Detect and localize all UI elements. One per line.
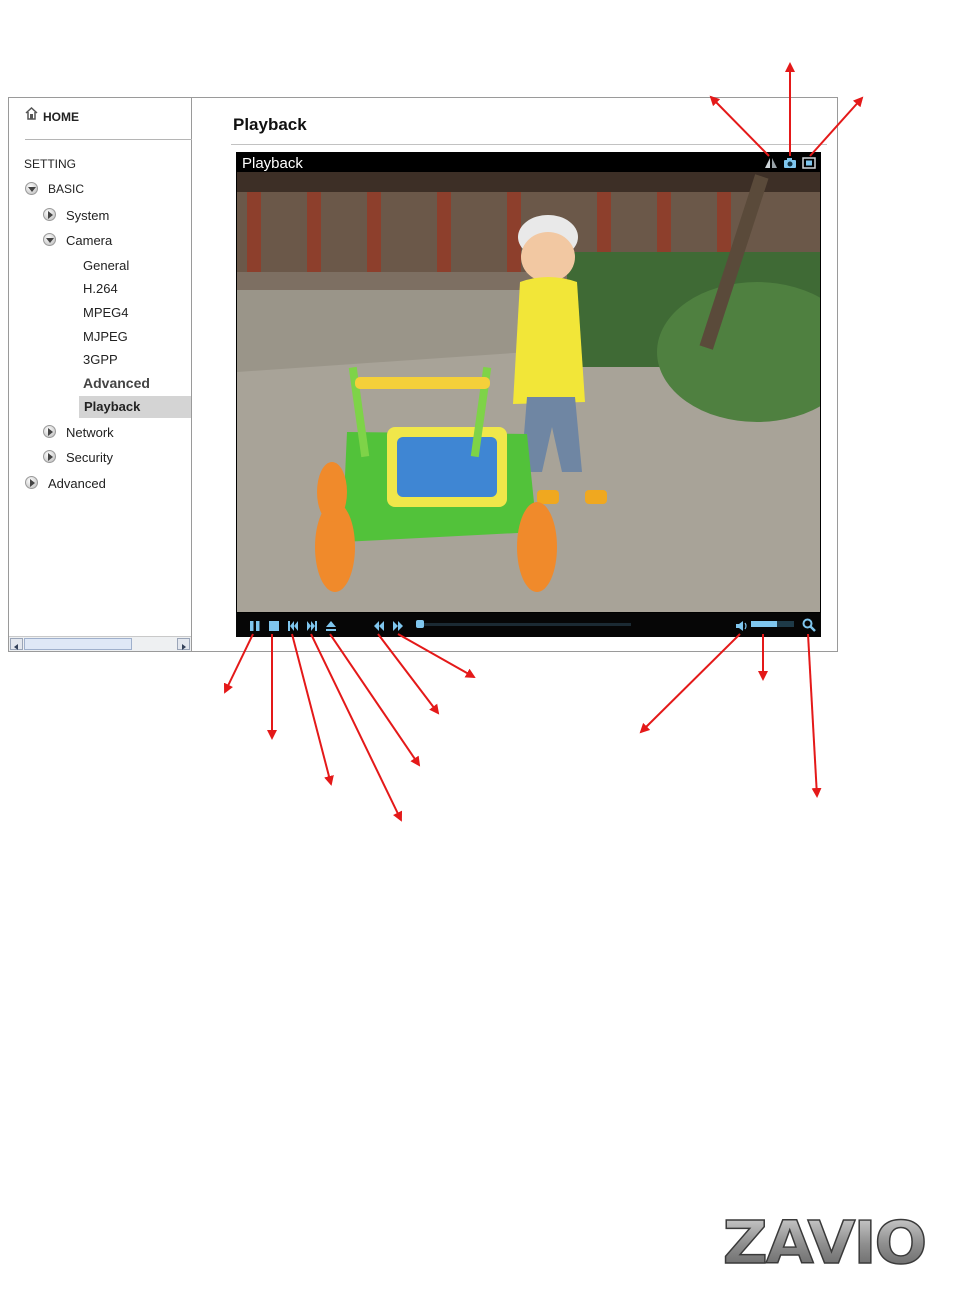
arrow-pause — [223, 633, 254, 694]
arrow-mirror — [709, 95, 770, 157]
arrow-next — [310, 633, 403, 822]
arrow-volume — [639, 633, 741, 734]
arrow-fullscreen — [809, 96, 864, 157]
callout-arrows — [223, 62, 864, 822]
arrow-zoom — [807, 633, 822, 798]
arrow-rewind — [377, 633, 440, 715]
arrow-previous — [291, 633, 334, 786]
arrow-fast-forward — [397, 633, 476, 678]
